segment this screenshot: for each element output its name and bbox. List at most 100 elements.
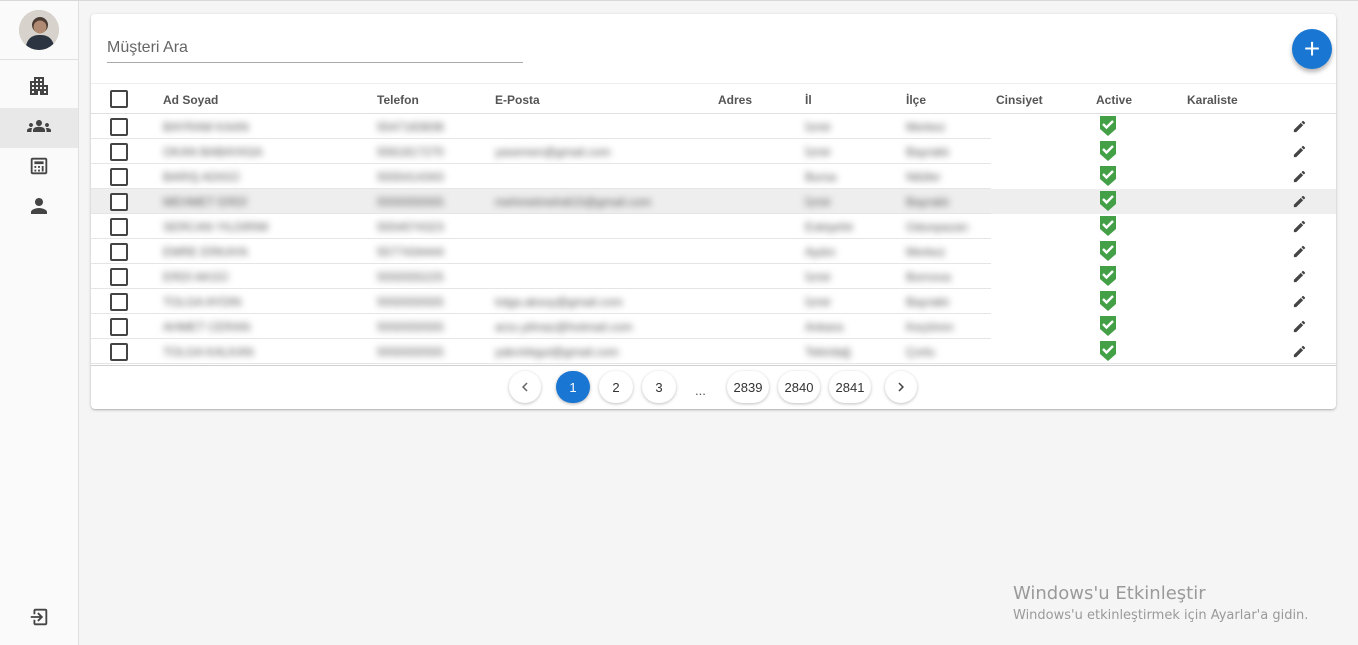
table-header: Ad Soyad Telefon E-Posta Adres İl İlçe C… <box>91 83 1336 114</box>
cell-phone: 5577434444 <box>377 245 444 259</box>
logout-button[interactable] <box>0 599 78 639</box>
calculator-icon <box>28 155 50 182</box>
row-checkbox[interactable] <box>110 293 128 311</box>
cell-city: Eskişehir <box>805 220 854 234</box>
cell-city: İzmir <box>805 120 831 134</box>
cell-district: Merkez <box>906 245 946 259</box>
cell-district: Merkez <box>906 120 946 134</box>
active-check-icon <box>1098 115 1118 142</box>
table-row[interactable]: OKAN BABAYASA 5561817270 yasemen@gmail.com… <box>91 139 1336 164</box>
cell-name: AHMET CERAN <box>163 320 251 334</box>
edit-icon[interactable] <box>1292 344 1307 364</box>
table-row[interactable]: EMRE ERKAYA 5577434444 Aydın Merkez <box>91 239 1336 264</box>
cell-name: EMRE ERKAYA <box>163 245 248 259</box>
row-checkbox[interactable] <box>110 343 128 361</box>
select-all-checkbox[interactable] <box>110 90 128 108</box>
column-header-gender[interactable]: Cinsiyet <box>996 93 1043 107</box>
edit-icon[interactable] <box>1292 119 1307 139</box>
cell-name: TOLGA KALKAN <box>163 345 254 359</box>
column-header-phone[interactable]: Telefon <box>377 93 419 107</box>
cell-name: OKAN BABAYASA <box>163 145 263 159</box>
page-button-2839[interactable]: 2839 <box>727 371 769 403</box>
column-header-city[interactable]: İl <box>805 93 812 107</box>
page-button-2[interactable]: 2 <box>599 371 633 403</box>
edit-icon[interactable] <box>1292 169 1307 189</box>
table-row[interactable]: AHMET CERAN 5555555555 arzu.yilmaz@hotmail… <box>91 314 1336 339</box>
cell-district: Bornova <box>906 270 951 284</box>
cell-city: İzmir <box>805 145 831 159</box>
active-check-icon <box>1098 265 1118 292</box>
cell-name: ERDİ AKGÜ <box>163 270 229 284</box>
table-row[interactable]: TOLGA KALKAN 5555555555 yakınlıkgul@gmail.… <box>91 339 1336 364</box>
cell-name: TOLGA AYDIN <box>163 295 242 309</box>
customer-search-input[interactable] <box>107 34 523 63</box>
next-page-button[interactable] <box>885 371 917 403</box>
cell-district: Nilüfer <box>906 170 941 184</box>
page-button-2841[interactable]: 2841 <box>829 371 871 403</box>
logout-icon <box>28 606 50 633</box>
row-checkbox[interactable] <box>110 218 128 236</box>
active-check-icon <box>1098 140 1118 167</box>
edit-icon[interactable] <box>1292 244 1307 264</box>
page-button-3[interactable]: 3 <box>642 371 676 403</box>
table-row[interactable]: SERCAN YILDIRIM 5554074323 Eskişehir Odunpa… <box>91 214 1336 239</box>
active-check-icon <box>1098 315 1118 342</box>
table-row[interactable]: BARIŞ ADIGÜ 5555414343 Bursa Nilüfer <box>91 164 1336 189</box>
column-header-blacklist[interactable]: Karaliste <box>1187 93 1238 107</box>
cell-email: arzu.yilmaz@hotmail.com <box>495 320 633 334</box>
edit-icon[interactable] <box>1292 269 1307 289</box>
table-bottom-border <box>91 365 1336 366</box>
pagination-ellipsis: ... <box>695 383 706 398</box>
cell-phone: 5561817270 <box>377 145 444 159</box>
chevron-right-icon <box>898 382 904 392</box>
table-row[interactable]: ERDİ AKGÜ 5555555225 İzmir Bornova <box>91 264 1336 289</box>
cell-city: Ankara <box>805 320 844 334</box>
row-checkbox[interactable] <box>110 193 128 211</box>
active-check-icon <box>1098 240 1118 267</box>
row-checkbox[interactable] <box>110 168 128 186</box>
edit-icon[interactable] <box>1292 219 1307 239</box>
cell-city: İzmir <box>805 195 831 209</box>
cell-name: BAYRAM KAAN <box>163 120 249 134</box>
table-row[interactable]: BAYRAM KAAN 5547183838 İzmir Merkez <box>91 114 1336 139</box>
cell-email: mehmetmehdi15@gmail.com <box>495 195 652 209</box>
sidebar-item-buildings[interactable] <box>0 68 78 108</box>
sidebar-item-customers[interactable] <box>0 108 78 148</box>
edit-icon[interactable] <box>1292 294 1307 314</box>
previous-page-button[interactable] <box>509 371 541 403</box>
sidebar-divider <box>0 59 78 60</box>
cell-city: Aydın <box>805 245 836 259</box>
top-border <box>0 0 1358 1</box>
cell-phone: 5554074323 <box>377 220 444 234</box>
row-checkbox[interactable] <box>110 143 128 161</box>
cell-district: Bayraklı <box>906 145 950 159</box>
table-row[interactable]: MEHMET ERDİ 5555555555 mehmetmehdi15@gmail… <box>91 189 1336 214</box>
cell-city: Tekirdağ <box>805 345 851 359</box>
cell-district: Bayraklı <box>906 195 950 209</box>
edit-icon[interactable] <box>1292 194 1307 214</box>
avatar[interactable] <box>19 10 59 50</box>
cell-phone: 5555555555 <box>377 320 444 334</box>
sidebar-item-calculator[interactable] <box>0 148 78 188</box>
cell-email: yakınlıkgul@gmail.com <box>495 345 619 359</box>
column-header-active[interactable]: Active <box>1096 93 1132 107</box>
row-checkbox[interactable] <box>110 318 128 336</box>
page-button-2840[interactable]: 2840 <box>778 371 820 403</box>
cell-email: yasemen@gmail.com <box>495 145 611 159</box>
column-header-email[interactable]: E-Posta <box>495 93 540 107</box>
column-header-address[interactable]: Adres <box>718 93 752 107</box>
row-checkbox[interactable] <box>110 268 128 286</box>
column-header-name[interactable]: Ad Soyad <box>163 93 218 107</box>
edit-icon[interactable] <box>1292 144 1307 164</box>
sidebar-item-profile[interactable] <box>0 188 78 228</box>
cell-district: Çorlu <box>906 345 935 359</box>
table-row[interactable]: TOLGA AYDIN 5555555555 tolga.aksoy@gmail.c… <box>91 289 1336 314</box>
cell-phone: 5555414343 <box>377 170 444 184</box>
edit-icon[interactable] <box>1292 319 1307 339</box>
add-customer-button[interactable]: + <box>1292 29 1332 69</box>
page-button-1[interactable]: 1 <box>556 371 590 403</box>
row-checkbox[interactable] <box>110 118 128 136</box>
cell-phone: 5547183838 <box>377 120 444 134</box>
column-header-district[interactable]: İlçe <box>906 93 926 107</box>
row-checkbox[interactable] <box>110 243 128 261</box>
